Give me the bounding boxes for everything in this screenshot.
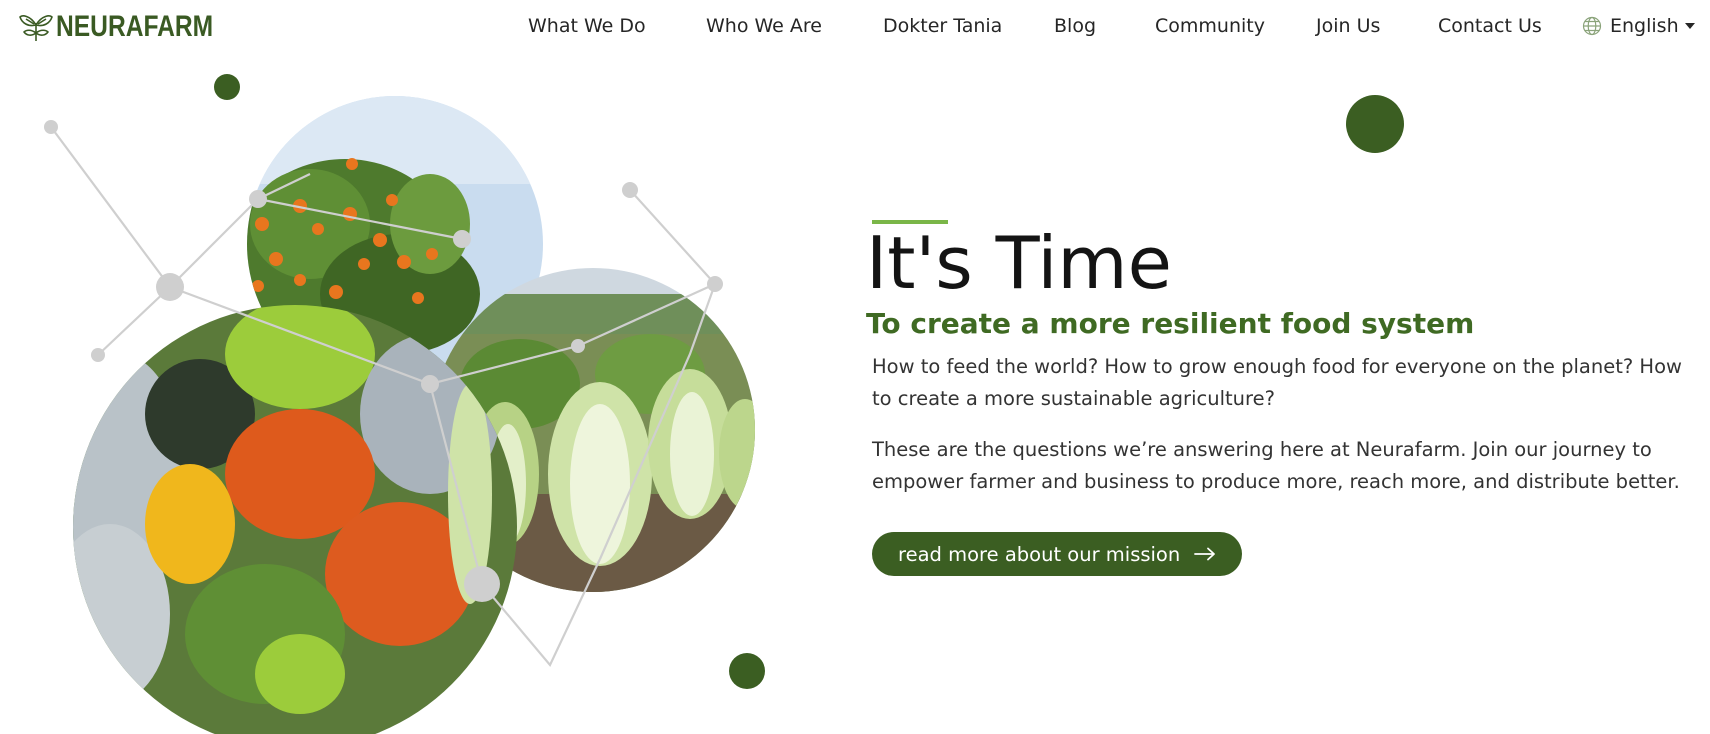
chevron-down-icon (1684, 23, 1695, 29)
hero-paragraph-questions: How to feed the world? How to grow enoug… (872, 355, 1682, 410)
hero-illustration (0, 54, 780, 734)
decorative-dot (1346, 95, 1404, 153)
site-header: NEURAFARM What We Do Who We Are Dokter T… (0, 0, 1710, 54)
hero-title: It's Time (866, 221, 1172, 305)
nav-item-join-us[interactable]: Join Us (1316, 14, 1380, 38)
hero-subtitle: To create a more resilient food system (866, 307, 1475, 340)
decorative-dot (729, 653, 765, 689)
globe-icon (1582, 16, 1602, 36)
nav-item-blog[interactable]: Blog (1054, 14, 1096, 38)
brand-name: NEURAFARM (56, 10, 214, 43)
decorative-dot (214, 74, 240, 100)
hero-paragraph-mission: These are the questions we’re answering … (872, 438, 1680, 493)
nav-item-dokter-tania[interactable]: Dokter Tania (883, 14, 1002, 38)
language-label: English (1610, 15, 1679, 37)
leaf-logo-icon (19, 15, 53, 41)
cta-label: read more about our mission (898, 542, 1181, 566)
brand-logo[interactable]: NEURAFARM (18, 10, 248, 44)
language-selector[interactable]: English (1582, 12, 1695, 40)
nav-item-what-we-do[interactable]: What We Do (528, 14, 646, 38)
nav-item-who-we-are[interactable]: Who We Are (706, 14, 822, 38)
read-more-mission-button[interactable]: read more about our mission (872, 532, 1243, 576)
produce-collage-image (44, 96, 755, 734)
nav-item-community[interactable]: Community (1155, 14, 1265, 38)
arrow-right-icon (1194, 547, 1216, 561)
nav-item-contact-us[interactable]: Contact Us (1438, 14, 1542, 38)
